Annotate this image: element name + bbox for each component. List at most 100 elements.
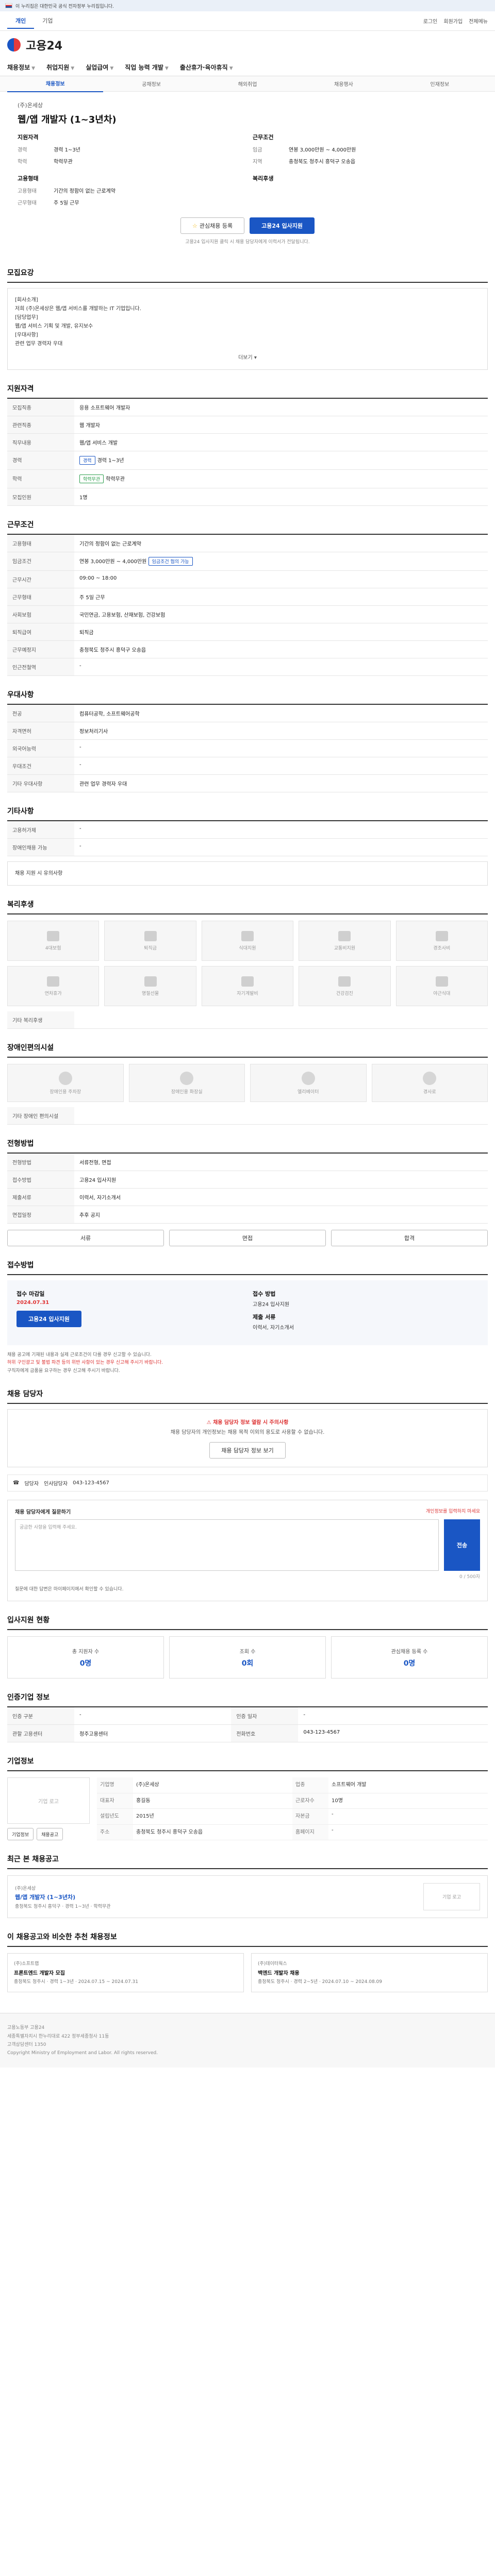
company-name[interactable]: (주)온세상: [18, 101, 477, 109]
chevron-down-icon: ▾: [254, 355, 257, 361]
signup-link[interactable]: 회원가입: [443, 17, 463, 25]
subnav-item-public[interactable]: 공채정보: [103, 76, 199, 92]
tag: 임금조건 협의 가능: [148, 557, 193, 566]
stat-card: 총 지원자 수 0명: [7, 1636, 164, 1679]
nav-item-jobs[interactable]: 채용정보 ▼: [7, 63, 35, 72]
work-table: 고용형태 기간의 정함이 없는 근로계약 임금조건 연봉 3,000만원 ~ 4,0…: [7, 535, 488, 676]
qa-title: 채용 담당자에게 질문하기: [15, 1509, 71, 1515]
login-link[interactable]: 로그인: [423, 17, 438, 25]
company-info-button[interactable]: 기업정보: [7, 1828, 34, 1841]
table-row: 제출서류 이력서, 자기소개서: [7, 1188, 488, 1206]
table-row: 인근전철역 -: [7, 658, 488, 676]
detail-line: 웹/앱 서비스 기획 및 개발, 유지보수: [15, 324, 93, 329]
present-icon: [144, 976, 157, 987]
recent-item[interactable]: (주)온세상 웹/앱 개발자 (1~3년차) 충청북도 청주시 흥덕구 · 경력…: [7, 1875, 488, 1918]
agency-section: 인증기업 정보 인증 구분 - 인증 일자 - 관할 고용센터 청주고용센터 전화번호 04…: [7, 1692, 488, 1743]
recent-meta: 충청북도 청주시 흥덕구 · 경력 1~3년 · 학력무관: [15, 1904, 111, 1909]
welfare-item: 퇴직금: [104, 921, 196, 961]
recent-thumb: 기업 로고: [423, 1883, 480, 1910]
flag-icon: [5, 3, 12, 8]
agency-table: 인증 구분 - 인증 일자 - 관할 고용센터 청주고용센터 전화번호 043-123-45…: [7, 1707, 488, 1743]
tab-company[interactable]: 기업: [34, 13, 61, 29]
tag: 경력: [79, 456, 95, 465]
table-row: 경력 경력 경력 1~3년: [7, 451, 488, 470]
chevron-down-icon: ▼: [229, 66, 233, 71]
recruit-table: 모집직종 응용 소프트웨어 개발자 관련직종 웹 개발자 직무내용 웹/앱 서비스 개…: [7, 399, 488, 506]
logo-text[interactable]: 고용24: [26, 37, 62, 53]
detail-line: [담당업무]: [15, 315, 38, 320]
job-title: 웹/앱 개발자 (1~3년차): [18, 114, 117, 125]
table-row: 전공 컴퓨터공학, 소프트웨어공학: [7, 705, 488, 722]
prefer-table: 전공 컴퓨터공학, 소프트웨어공학 자격면허 정보처리기사 외국어능력 - 우대조건 -…: [7, 705, 488, 792]
kv-value: 학력무관: [54, 159, 73, 165]
more-button[interactable]: 더보기 ▾: [15, 353, 480, 362]
section-title: 인증기업 정보: [7, 1692, 488, 1708]
scrap-button[interactable]: ☆ 관심채용 등록: [180, 217, 245, 234]
kv-value: 충청북도 청주시 흥덕구 오송읍: [289, 159, 356, 165]
welfare-item: 야근식대: [395, 966, 488, 1006]
step-interview[interactable]: 면접: [169, 1230, 326, 1246]
chevron-down-icon: ▼: [164, 66, 169, 71]
company-jobs-button[interactable]: 채용공고: [37, 1828, 63, 1841]
subnav-item-events[interactable]: 채용행사: [295, 76, 391, 92]
step-document[interactable]: 서류: [7, 1230, 164, 1246]
step-pass[interactable]: 합격: [331, 1230, 488, 1246]
contact-section: 채용 담당자 ⚠ 채용 담당자 정보 열람 시 주의사항 채용 담당자의 개인정…: [7, 1388, 488, 1602]
facility-item: 경사로: [371, 1064, 488, 1102]
subnav-item-talent[interactable]: 인재정보: [392, 76, 488, 92]
phone-icon: ☎: [13, 1480, 20, 1486]
gift-icon: [435, 930, 448, 941]
facility-item: 장애인용 주차장: [7, 1064, 124, 1102]
chevron-down-icon: ▼: [31, 66, 36, 71]
contact-warn: ⚠ 채용 담당자 정보 열람 시 주의사항: [206, 1419, 289, 1426]
table-row: 장애인채용 가능 -: [7, 838, 488, 856]
apply-button[interactable]: 고용24 입사지원: [250, 217, 315, 234]
prefer-section: 우대사항 전공 컴퓨터공학, 소프트웨어공학 자격면허 정보처리기사 외국어능력 - …: [7, 689, 488, 792]
nav-item-benefit[interactable]: 실업급여 ▼: [86, 63, 113, 72]
welfare-item: 명절선물: [104, 966, 196, 1006]
nav-item-leave[interactable]: 출산휴가·육아휴직 ▼: [180, 63, 233, 72]
kv-value: 연봉 3,000만원 ~ 4,000만원: [289, 147, 356, 153]
table-row: 근무형태 주 5일 근무: [7, 588, 488, 606]
footer: 고용노동부 고용24 세종특별자치시 한누리대로 422 정부세종청사 11동 …: [0, 2013, 495, 2068]
welfare-item: 경조사비: [395, 921, 488, 961]
nav-item-support[interactable]: 취업지원 ▼: [46, 63, 74, 72]
section-title: 접수방법: [7, 1260, 488, 1275]
footer-line: Copyright Ministry of Employment and Lab…: [7, 2050, 158, 2056]
ramp-icon: [423, 1071, 437, 1085]
table-row: 모집직종 응용 소프트웨어 개발자: [7, 399, 488, 416]
rec-card[interactable]: (주)소프트랩 프론트엔드 개발자 모집 충청북도 청주시 · 경력 1~3년 …: [7, 1953, 244, 1993]
top-bar: 개인 기업 로그인 회원가입 전체메뉴: [0, 11, 495, 31]
apply-notice: 고용24 입사지원 클릭 시 채용 담당자에게 이력서가 전달됩니다.: [185, 240, 310, 245]
calendar-icon: [47, 976, 60, 987]
apply-submit-button[interactable]: 고용24 입사지원: [16, 1311, 81, 1327]
all-menu-link[interactable]: 전체메뉴: [469, 17, 488, 25]
rec-card[interactable]: (주)데이터웍스 백엔드 개발자 채용 충청북도 청주시 · 경력 2~5년 ·…: [251, 1953, 488, 1993]
subnav-item-overseas[interactable]: 해외취업: [200, 76, 295, 92]
recruit-heading: 지원자격: [18, 134, 39, 141]
section-title: 지원자격: [7, 383, 488, 399]
note-line: 허위 구인광고 및 불법 파견 등의 위반 사항이 있는 경우 신고해 주시기 …: [7, 1360, 163, 1366]
welfare-item: 4대보험: [7, 921, 100, 961]
table-row: 기타 장애인 편의시설: [7, 1107, 488, 1125]
detail-line: 관련 업무 경력자 우대: [15, 341, 63, 347]
table-row: 고용형태 기간의 정함이 없는 근로계약: [7, 535, 488, 552]
logo-icon[interactable]: [7, 38, 21, 52]
table-row: 근무예정지 충청북도 청주시 흥덕구 오송읍: [7, 640, 488, 658]
main-nav: 채용정보 ▼ 취업지원 ▼ 실업급여 ▼ 직업 능력 개발 ▼ 출산휴가·육아휴직 ▼: [0, 59, 495, 76]
contact-value: 인사담당자: [44, 1481, 68, 1487]
recent-title[interactable]: 웹/앱 개발자 (1~3년차): [15, 1893, 111, 1901]
qa-box: 채용 담당자에게 질문하기 개인정보를 입력하지 마세요 궁금한 사항을 입력해…: [7, 1499, 488, 1602]
kv-key: 지역: [253, 159, 262, 165]
tab-personal[interactable]: 개인: [7, 13, 35, 29]
subnav-item-jobs[interactable]: 채용정보: [7, 75, 104, 92]
type-heading: 고용형태: [18, 175, 39, 182]
section-title: 우대사항: [7, 689, 488, 705]
welfare-item: 연차휴가: [7, 966, 100, 1006]
contact-view-button[interactable]: 채용 담당자 정보 보기: [209, 1442, 286, 1459]
qa-send-button[interactable]: 전송: [444, 1519, 480, 1571]
nav-item-training[interactable]: 직업 능력 개발 ▼: [125, 63, 169, 72]
company-logo: 기업 로고: [7, 1777, 90, 1824]
note-line: 채용 공고에 기재된 내용과 실제 근로조건이 다를 경우 신고할 수 있습니다…: [7, 1352, 152, 1358]
qa-textarea[interactable]: 궁금한 사항을 입력해 주세요.: [15, 1519, 439, 1571]
